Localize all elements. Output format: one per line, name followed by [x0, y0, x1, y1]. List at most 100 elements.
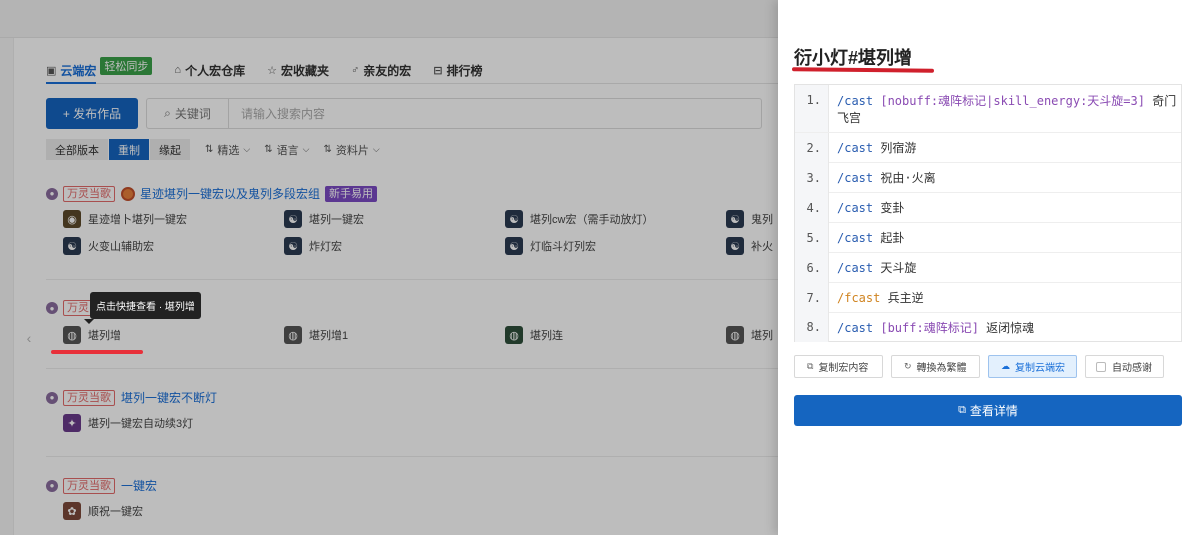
chevron-down-icon: ⌵ [243, 144, 251, 154]
skill-icon: ☯ [726, 237, 744, 255]
refresh-icon: ↻ [904, 361, 912, 371]
convert-traditional-button[interactable]: ↻ 轉換為繁體 [891, 355, 980, 378]
macro-tabs: ▣ 云端宏 轻松同步 ⌂ 个人宏仓库 ☆ 宏收藏夹 ♂ 亲友的宏 ⊟ 排行榜 [46, 57, 778, 82]
cloud-icon: ☁ [1001, 361, 1010, 371]
tab-friends[interactable]: ♂ 亲友的宏 [351, 62, 411, 79]
macro-group-header: ● 万灵当歌 一键宏 [46, 477, 157, 494]
dropdown-language[interactable]: ⇅ 语言 ⌵ [264, 142, 309, 158]
code-line: 6. /cast 天斗旋 [795, 252, 1181, 283]
author-avatar: ● [46, 187, 58, 200]
code-text: /cast 列宿游 [837, 141, 917, 155]
skill-icon: ☯ [505, 237, 523, 255]
chevron-down-icon: ⌵ [302, 144, 310, 154]
search-input[interactable] [229, 99, 761, 128]
macro-preview-drawer: 衍小灯#堪列增 1. /cast [nobuff:魂阵标记|skill_ener… [778, 0, 1192, 535]
chevron-down-icon: ⌵ [372, 144, 380, 154]
skill-icon: ◍ [726, 326, 744, 344]
line-number: 3. [795, 162, 829, 193]
macro-group-header: ● 万灵当歌 星迹堪列一键宏以及鬼列多段宏组 新手易用 [46, 185, 378, 202]
macro-item[interactable]: ☯ 补火 [726, 237, 773, 255]
macro-item[interactable]: ◉ 星迹增卜堪列一键宏 [63, 210, 187, 228]
sort-icon: ⇅ [323, 144, 332, 155]
ranking-icon: ⊟ [433, 64, 443, 77]
skill-icon: ☯ [284, 237, 302, 255]
macro-item[interactable]: ☯ 火变山辅助宏 [63, 237, 154, 255]
tab-favorites[interactable]: ☆ 宏收藏夹 [267, 62, 329, 79]
sort-icon: ⇅ [264, 144, 273, 155]
macro-item[interactable]: ✿ 顺祝一键宏 [63, 502, 143, 520]
line-number: 7. [795, 282, 829, 313]
author-tag: 万灵当歌 [63, 185, 115, 202]
macro-code-block: 1. /cast [nobuff:魂阵标记|skill_energy:天斗旋=3… [794, 84, 1182, 342]
skill-icon: ☯ [284, 210, 302, 228]
macro-title: 衍小灯#堪列增 [794, 48, 913, 68]
top-header-bar [0, 0, 778, 38]
filter-remake[interactable]: 重制 [109, 139, 150, 160]
dropdown-featured[interactable]: ⇅ 精选 ⌵ [205, 142, 250, 158]
copy-content-button[interactable]: ⧉ 复制宏内容 [794, 355, 883, 378]
macro-item-selected[interactable]: ◍ 堪列增 [63, 326, 121, 344]
skill-icon: ◍ [284, 326, 302, 344]
sort-icon: ⇅ [205, 144, 214, 155]
group-title-link[interactable]: 一键宏 [121, 477, 157, 494]
macro-item[interactable]: ☯ 堪列一键宏 [284, 210, 364, 228]
skill-icon: ☯ [63, 237, 81, 255]
code-line: 3. /cast 祝由·火离 [795, 162, 1181, 193]
author-avatar: ● [46, 391, 58, 404]
line-number: 6. [795, 252, 829, 283]
author-tag: 万灵当歌 [63, 477, 115, 494]
dropdown-expansion[interactable]: ⇅ 资料片 ⌵ [323, 142, 379, 158]
macro-item[interactable]: ☯ 鬼列 [726, 210, 773, 228]
skill-icon: ◍ [505, 326, 523, 344]
filter-origin[interactable]: 缘起 [150, 139, 191, 160]
macro-item[interactable]: ◍ 堪列连 [505, 326, 563, 344]
macro-item[interactable]: ☯ 炸灯宏 [284, 237, 342, 255]
code-line: 8. /cast [buff:魂阵标记] 返闭惊魂 [795, 313, 1181, 342]
action-buttons: ⧉ 复制宏内容 ↻ 轉換為繁體 ☁ 复制云端宏 自动感谢 [794, 355, 1172, 378]
author-tag: 万灵 [63, 300, 93, 316]
skill-icon: ✿ [63, 502, 81, 520]
view-details-button[interactable]: ⧉ 查看详情 [794, 395, 1182, 426]
macro-item[interactable]: ☯ 灯临斗灯列宏 [505, 237, 596, 255]
skill-icon: ☯ [505, 210, 523, 228]
auto-thanks-checkbox[interactable]: 自动感谢 [1085, 355, 1164, 378]
code-line: 2. /cast 列宿游 [795, 132, 1181, 163]
line-number: 1. [795, 85, 829, 132]
quick-view-tooltip: 点击快捷查看 · 堪列增 [90, 292, 201, 319]
line-number: 4. [795, 192, 829, 223]
code-text: /cast [nobuff:魂阵标记|skill_energy:天斗旋=3] 奇… [837, 94, 1177, 125]
tab-personal-repo[interactable]: ⌂ 个人宏仓库 [174, 62, 245, 79]
code-text: /cast [buff:魂阵标记] 返闭惊魂 [837, 321, 1035, 335]
group-divider [46, 368, 778, 369]
filter-bar: 全部版本 重制 缘起 ⇅ 精选 ⌵ ⇅ 语言 ⌵ ⇅ 资料片 ⌵ [46, 139, 380, 160]
beginner-badge: 新手易用 [325, 185, 378, 202]
macro-item[interactable]: ☯ 堪列cw宏（需手动放灯） [505, 210, 653, 228]
group-title-link[interactable]: 星迹堪列一键宏以及鬼列多段宏组 [140, 185, 320, 202]
group-divider [46, 279, 778, 280]
tab-cloud-macro[interactable]: ▣ 云端宏 轻松同步 [46, 57, 153, 79]
publish-button[interactable]: + 发布作品 [46, 98, 138, 129]
group-title-link[interactable]: 堪列一键宏不断灯 [121, 389, 217, 406]
copy-cloud-button[interactable]: ☁ 复制云端宏 [988, 355, 1077, 378]
code-text: /cast 起卦 [837, 231, 905, 245]
skill-icon: ◍ [63, 326, 81, 344]
keyword-selector[interactable]: ⌕ 关键词 [147, 99, 229, 128]
macro-item[interactable]: ◍ 堪列增1 [284, 326, 348, 344]
checkbox-icon [1096, 361, 1106, 372]
author-avatar: ● [46, 479, 58, 492]
tab-ranking[interactable]: ⊟ 排行榜 [433, 62, 482, 79]
macro-item[interactable]: ✦ 堪列一键宏自动续3灯 [63, 414, 193, 432]
code-line: 5. /cast 起卦 [795, 222, 1181, 253]
code-text: /cast 变卦 [837, 201, 905, 215]
filter-all-versions[interactable]: 全部版本 [46, 139, 109, 160]
line-number: 8. [795, 313, 829, 342]
chevron-left-icon[interactable]: ‹ [22, 327, 36, 349]
author-tag: 万灵当歌 [63, 389, 115, 406]
code-line: 7. /fcast 兵主逆 [795, 282, 1181, 313]
skill-icon: ☯ [726, 210, 744, 228]
code-text: /fcast 兵主逆 [837, 291, 924, 305]
annotation-underline [51, 350, 143, 354]
macro-item[interactable]: ◍ 堪列 [726, 326, 773, 344]
search-icon: ⌕ [164, 106, 171, 120]
sync-badge: 轻松同步 [100, 57, 153, 75]
